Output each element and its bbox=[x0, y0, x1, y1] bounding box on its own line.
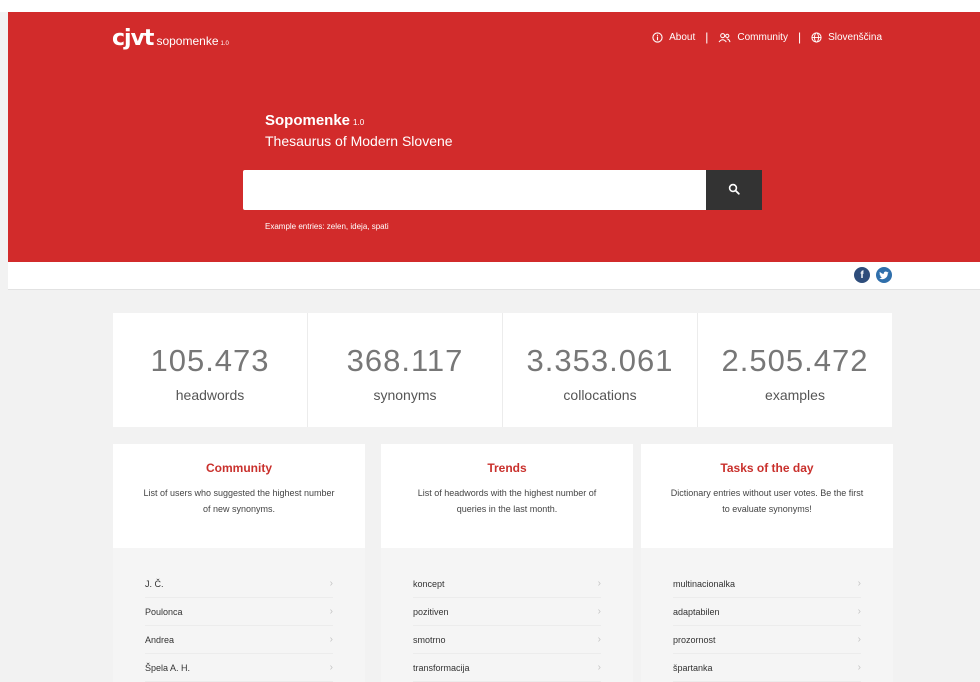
page-title-text: Sopomenke bbox=[265, 112, 351, 129]
list-item[interactable]: J. Č. › bbox=[145, 570, 333, 598]
trends-card: Trends List of headwords with the highes… bbox=[381, 444, 633, 682]
top-navigation: About | Community | Slovenščina bbox=[652, 30, 882, 44]
facebook-glyph: f bbox=[860, 269, 864, 281]
nav-community-label: Community bbox=[737, 31, 788, 43]
card-list: koncept › pozitiven › smotrno › transformac… bbox=[381, 548, 633, 682]
users-icon bbox=[718, 32, 731, 43]
stat-value: 368.117 bbox=[346, 343, 464, 378]
list-item[interactable]: Špela A. H. › bbox=[145, 654, 333, 682]
stat-label: collocations bbox=[563, 387, 637, 403]
list-item-label: multinacionalka bbox=[673, 578, 736, 589]
list-item[interactable]: transformacija › bbox=[413, 654, 601, 682]
card-list: J. Č. › Poulonca › Andrea › Špela A. H. › bbox=[113, 548, 365, 682]
chevron-right-icon: › bbox=[329, 578, 333, 589]
info-icon bbox=[652, 31, 663, 43]
page-title-version: 1.0 bbox=[353, 118, 365, 127]
search-bar bbox=[243, 170, 762, 210]
stat-value: 105.473 bbox=[150, 343, 270, 378]
chevron-right-icon: › bbox=[597, 634, 601, 645]
chevron-right-icon: › bbox=[857, 578, 861, 589]
list-item-label: adaptabilen bbox=[673, 606, 720, 617]
list-item-label: Andrea bbox=[145, 634, 175, 645]
page-subtitle: Thesaurus of Modern Slovene bbox=[265, 133, 453, 149]
search-input[interactable] bbox=[243, 170, 706, 210]
card-list: multinacionalka › adaptabilen › prozornost… bbox=[641, 548, 893, 682]
list-item[interactable]: multinacionalka › bbox=[673, 570, 861, 598]
nav-about[interactable]: About bbox=[652, 32, 695, 43]
list-item-label: smotrno bbox=[413, 634, 446, 645]
card-description: Dictionary entries without user votes. B… bbox=[670, 488, 864, 514]
list-item[interactable]: smotrno › bbox=[413, 626, 601, 654]
facebook-icon[interactable]: f bbox=[854, 267, 870, 283]
list-item-label: Špela A. H. bbox=[145, 662, 191, 673]
page-title: Sopomenke 1.0 bbox=[265, 112, 453, 129]
stat-collocations: 3.353.061 collocations bbox=[503, 313, 698, 427]
list-item[interactable]: prozornost › bbox=[673, 626, 861, 654]
stat-synonyms: 368.117 synonyms bbox=[308, 313, 503, 427]
list-item-label: pozitiven bbox=[413, 606, 449, 617]
chevron-right-icon: › bbox=[597, 662, 601, 673]
card-header: Tasks of the day Dictionary entries with… bbox=[641, 444, 893, 548]
nav-community[interactable]: Community bbox=[718, 32, 788, 43]
twitter-bird bbox=[879, 270, 889, 279]
community-card: Community List of users who suggested th… bbox=[113, 444, 365, 682]
stat-value: 2.505.472 bbox=[721, 343, 869, 378]
stat-label: examples bbox=[765, 387, 825, 403]
logo-mark: cjvt bbox=[112, 26, 154, 51]
card-title[interactable]: Trends bbox=[381, 461, 633, 475]
list-item-label: Poulonca bbox=[145, 606, 183, 617]
nav-separator: | bbox=[705, 30, 709, 44]
tasks-card: Tasks of the day Dictionary entries with… bbox=[641, 444, 893, 682]
card-title[interactable]: Community bbox=[113, 461, 365, 475]
stat-label: headwords bbox=[175, 387, 245, 403]
list-item-label: prozornost bbox=[673, 634, 716, 645]
chevron-right-icon: › bbox=[329, 634, 333, 645]
list-item-label: transformacija bbox=[413, 662, 470, 673]
hero-heading: Sopomenke 1.0 Thesaurus of Modern Slovene bbox=[265, 112, 453, 149]
list-item-label: špartanka bbox=[673, 662, 713, 673]
twitter-icon[interactable] bbox=[876, 267, 892, 283]
list-item[interactable]: adaptabilen › bbox=[673, 598, 861, 626]
logo-version: 1.0 bbox=[220, 41, 229, 47]
social-bar bbox=[8, 262, 980, 290]
search-icon bbox=[728, 183, 740, 198]
example-entries: Example entries: zelen, ideja, spati bbox=[265, 222, 389, 231]
stat-examples: 2.505.472 examples bbox=[698, 313, 892, 427]
card-header: Trends List of headwords with the highes… bbox=[381, 444, 633, 548]
globe-icon bbox=[811, 31, 822, 43]
chevron-right-icon: › bbox=[329, 606, 333, 617]
nav-about-label: About bbox=[669, 31, 696, 43]
statistics-panel: 105.473 headwords 368.117 synonyms 3.353… bbox=[113, 313, 892, 427]
card-title[interactable]: Tasks of the day bbox=[641, 461, 893, 475]
list-item[interactable]: Andrea › bbox=[145, 626, 333, 654]
chevron-right-icon: › bbox=[597, 578, 601, 589]
chevron-right-icon: › bbox=[857, 634, 861, 645]
list-item-label: J. Č. bbox=[145, 578, 164, 589]
nav-language-label: Slovenščina bbox=[828, 31, 882, 43]
social-links: f bbox=[854, 267, 892, 283]
list-item[interactable]: pozitiven › bbox=[413, 598, 601, 626]
stat-value: 3.353.061 bbox=[526, 343, 674, 378]
card-description: List of headwords with the highest numbe… bbox=[417, 488, 597, 514]
card-description: List of users who suggested the highest … bbox=[143, 488, 335, 514]
top-strip bbox=[0, 0, 980, 12]
list-item[interactable]: koncept › bbox=[413, 570, 601, 598]
stat-label: synonyms bbox=[373, 387, 437, 403]
chevron-right-icon: › bbox=[329, 662, 333, 673]
site-logo[interactable]: cjvt sopomenke 1.0 bbox=[112, 26, 229, 51]
card-header: Community List of users who suggested th… bbox=[113, 444, 365, 548]
chevron-right-icon: › bbox=[597, 606, 601, 617]
list-item-label: koncept bbox=[413, 578, 445, 589]
chevron-right-icon: › bbox=[857, 606, 861, 617]
nav-language[interactable]: Slovenščina bbox=[811, 32, 882, 43]
search-button[interactable] bbox=[706, 170, 762, 210]
list-item[interactable]: Poulonca › bbox=[145, 598, 333, 626]
stat-headwords: 105.473 headwords bbox=[113, 313, 308, 427]
nav-separator: | bbox=[797, 30, 802, 44]
chevron-right-icon: › bbox=[857, 662, 861, 673]
list-item[interactable]: špartanka › bbox=[673, 654, 861, 682]
logo-name: sopomenke bbox=[156, 34, 219, 48]
